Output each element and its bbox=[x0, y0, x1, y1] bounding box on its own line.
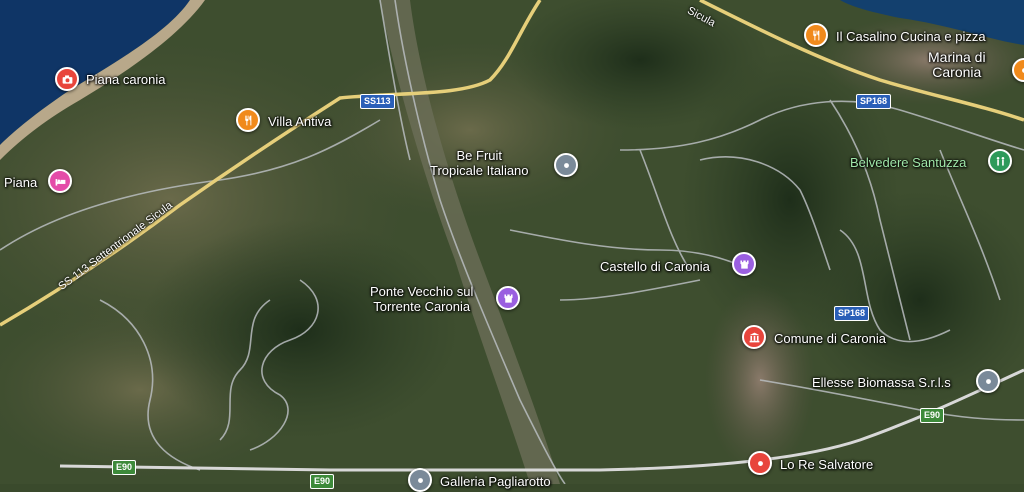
be-fruit-line-2: Tropicale Italiano bbox=[430, 163, 529, 178]
camera-icon[interactable] bbox=[55, 67, 79, 91]
castle-icon[interactable] bbox=[496, 286, 520, 310]
town-line-2: Caronia bbox=[932, 64, 982, 80]
town-line-1: Marina di bbox=[928, 49, 986, 65]
hotel-icon[interactable] bbox=[48, 169, 72, 193]
location-generic-icon[interactable] bbox=[976, 369, 1000, 393]
town-label-marina-di-caronia[interactable]: Marina di Caronia bbox=[928, 50, 986, 80]
place-label-belvedere[interactable]: Belvedere Santuzza bbox=[850, 155, 966, 170]
e90-shield-right: E90 bbox=[920, 408, 945, 423]
location-generic-icon[interactable] bbox=[408, 468, 432, 492]
sp168-shield-top: SP168 bbox=[856, 94, 892, 109]
place-label-villa-antiva[interactable]: Villa Antiva bbox=[268, 114, 331, 129]
place-label-lo-re[interactable]: Lo Re Salvatore bbox=[780, 457, 873, 472]
ss113-shield: SS113 bbox=[360, 94, 395, 109]
map-pin-icon[interactable] bbox=[748, 451, 772, 475]
place-label-casalino[interactable]: Il Casalino Cucina e pizza bbox=[836, 29, 986, 44]
forest-area bbox=[140, 220, 460, 440]
place-label-piana-caronia[interactable]: Piana caronia bbox=[86, 72, 166, 87]
place-label-castello[interactable]: Castello di Caronia bbox=[600, 259, 710, 274]
restaurant-icon[interactable] bbox=[804, 23, 828, 47]
park-icon[interactable] bbox=[988, 149, 1012, 173]
e90-shield-left: E90 bbox=[112, 460, 137, 475]
e90-shield-bottom: E90 bbox=[310, 474, 335, 489]
place-label-be-fruit[interactable]: Be Fruit Tropicale Italiano bbox=[430, 148, 529, 178]
castle-icon[interactable] bbox=[732, 252, 756, 276]
place-label-comune[interactable]: Comune di Caronia bbox=[774, 331, 886, 346]
townhall-icon[interactable] bbox=[742, 325, 766, 349]
place-label-piana[interactable]: Piana bbox=[4, 175, 37, 190]
place-label-galleria[interactable]: Galleria Pagliarotto bbox=[440, 474, 551, 489]
be-fruit-line-1: Be Fruit bbox=[456, 148, 503, 163]
ponte-vecchio-line-2: Torrente Caronia bbox=[373, 299, 471, 314]
sp168-shield-mid: SP168 bbox=[834, 306, 870, 321]
place-label-ponte-vecchio[interactable]: Ponte Vecchio sul Torrente Caronia bbox=[370, 284, 473, 314]
location-generic-icon[interactable] bbox=[554, 153, 578, 177]
restaurant-icon[interactable] bbox=[236, 108, 260, 132]
place-label-ellesse[interactable]: Ellesse Biomassa S.r.l.s bbox=[812, 375, 951, 390]
ponte-vecchio-line-1: Ponte Vecchio sul bbox=[370, 284, 474, 299]
